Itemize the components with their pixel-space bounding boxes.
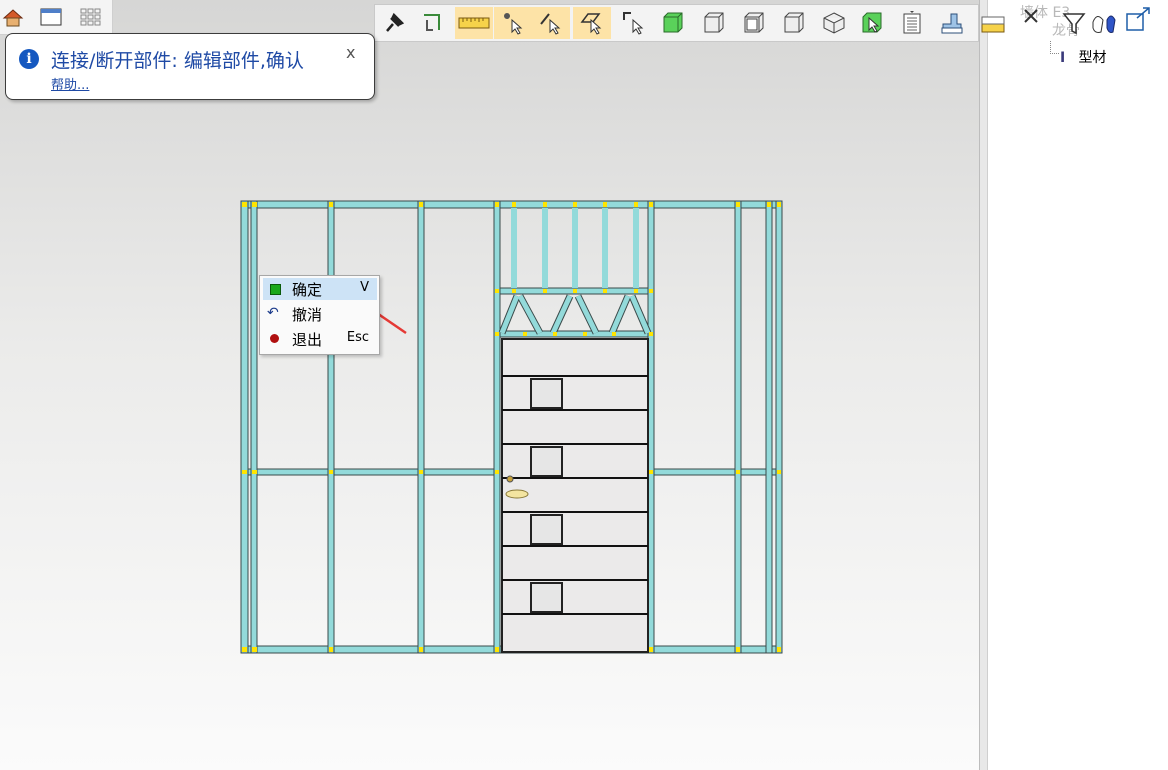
menu-shortcut: Esc (346, 330, 369, 345)
face-select-icon[interactable] (573, 7, 611, 39)
menu-item-exit[interactable]: 退出 Esc (263, 328, 377, 350)
stud[interactable] (250, 200, 258, 654)
corner-select-icon[interactable] (615, 7, 653, 39)
tree-connector (1050, 41, 1059, 54)
rotate-icon[interactable] (413, 7, 451, 39)
stud[interactable] (493, 200, 501, 654)
cripple-stud[interactable] (572, 208, 578, 288)
door[interactable] (501, 338, 649, 653)
export-icon[interactable] (1126, 7, 1150, 31)
top-plate[interactable] (240, 200, 783, 209)
stud[interactable] (775, 200, 783, 654)
parts-icon[interactable] (1092, 15, 1116, 33)
ruler-icon[interactable] (455, 7, 493, 39)
green-square-icon (270, 284, 281, 295)
stud[interactable] (240, 200, 249, 654)
info-icon: i (19, 49, 39, 69)
red-dot-icon (270, 334, 279, 343)
door-handle (505, 489, 529, 499)
wall-frame-drawing[interactable] (0, 0, 979, 770)
header-beam-bottom[interactable] (493, 330, 655, 338)
green-cube-icon[interactable] (654, 7, 692, 39)
grid-icon[interactable] (80, 7, 102, 27)
cube-side-icon[interactable] (775, 7, 813, 39)
undo-icon: ↶ (267, 305, 279, 321)
menu-item-label: 退出 (292, 331, 323, 349)
close-icon[interactable] (1024, 9, 1038, 23)
help-tooltip: i 连接/断开部件: 编辑部件,确认 帮助... x (5, 33, 375, 100)
beam-icon: I (1060, 50, 1066, 66)
window-icon[interactable] (40, 7, 62, 27)
model-tree-panel: 墙体 E3 龙骨 I 型材 (988, 0, 1168, 770)
door-window (530, 378, 563, 409)
pin-icon[interactable] (375, 7, 413, 39)
tree-node-profile[interactable]: I 型材 (1050, 41, 1106, 67)
toolbar-overflow (979, 0, 1168, 42)
mid-rail-left[interactable] (240, 468, 498, 476)
door-window (530, 446, 563, 477)
context-menu: 确定 V ↶ 撤消 退出 Esc (259, 275, 380, 355)
help-link[interactable]: 帮助... (51, 74, 89, 93)
point-select-icon[interactable] (494, 7, 532, 39)
toolbar (374, 4, 979, 42)
stud[interactable] (765, 200, 773, 654)
cripple-stud[interactable] (511, 208, 517, 288)
cube-outline-icon[interactable] (695, 7, 733, 39)
edge-select-icon[interactable] (532, 7, 570, 39)
menu-item-undo[interactable]: ↶ 撤消 (263, 303, 377, 325)
mid-rail-right[interactable] (649, 468, 783, 476)
stud[interactable] (417, 200, 425, 654)
home-icon[interactable] (2, 7, 24, 27)
cripple-stud[interactable] (633, 208, 639, 288)
stack-icon[interactable] (981, 16, 1005, 33)
door-window (530, 514, 563, 545)
stud[interactable] (327, 200, 335, 654)
menu-item-label: 撤消 (292, 306, 323, 324)
cripple-stud[interactable] (602, 208, 608, 288)
list-icon[interactable] (893, 7, 931, 39)
menu-shortcut: V (360, 280, 369, 295)
menu-item-confirm[interactable]: 确定 V (263, 278, 377, 300)
3d-viewport[interactable]: i 连接/断开部件: 编辑部件,确认 帮助... x 确定 V ↶ 撤消 退出 … (0, 0, 979, 770)
cube-iso-icon[interactable] (815, 7, 853, 39)
cripple-stud[interactable] (542, 208, 548, 288)
layers-icon[interactable] (933, 7, 971, 39)
stud[interactable] (734, 200, 742, 654)
panel-splitter[interactable] (979, 0, 988, 770)
tooltip-title: 连接/断开部件: 编辑部件,确认 (51, 50, 304, 72)
cube-front-icon[interactable] (735, 7, 773, 39)
close-icon[interactable]: x (346, 43, 355, 62)
select-box-icon[interactable] (853, 7, 891, 39)
view-tabs (0, 0, 113, 35)
door-window (530, 582, 563, 613)
filter-icon[interactable] (1062, 13, 1086, 35)
menu-item-label: 确定 (292, 281, 323, 299)
